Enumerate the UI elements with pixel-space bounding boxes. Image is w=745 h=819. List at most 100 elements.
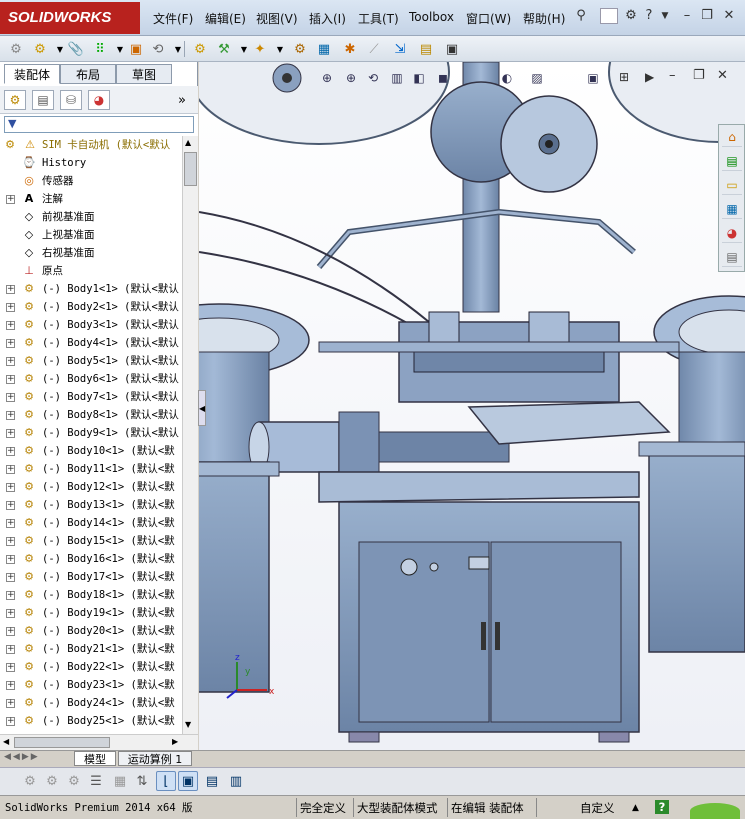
help-dropdown-icon[interactable]: ▼ xyxy=(656,8,674,24)
expand-icon[interactable]: + xyxy=(6,519,15,528)
tree-item-body[interactable]: + ⚙ (-) Body16<1> (默认<默 xyxy=(0,550,182,568)
hscroll-thumb[interactable] xyxy=(14,737,110,748)
tree-item-body[interactable]: + ⚙ (-) Body2<1> (默认<默认 xyxy=(0,298,182,316)
grid-icon[interactable]: ▦ xyxy=(110,771,130,791)
list-icon[interactable]: ☰ xyxy=(86,771,106,791)
doc-minimize-icon[interactable]: – xyxy=(669,68,676,83)
sort-icon[interactable]: ⇅ xyxy=(132,771,152,791)
minimize-icon[interactable]: – xyxy=(678,8,696,24)
status-units[interactable]: 自定义 xyxy=(580,799,615,817)
play-icon[interactable]: ⚙ xyxy=(42,771,62,791)
tree-item-body[interactable]: + ⚙ (-) Body5<1> (默认<默认 xyxy=(0,352,182,370)
expand-icon[interactable]: + xyxy=(6,285,15,294)
menu-edit[interactable]: 编辑(E) xyxy=(205,10,246,27)
assembly-features-icon[interactable]: ⚒ xyxy=(214,39,234,59)
expand-icon[interactable]: + xyxy=(6,393,15,402)
tree-root-item[interactable]: ⚙ ⚠ SIM 卡自动机 (默认<默认 xyxy=(0,136,182,154)
expand-icon[interactable]: + xyxy=(6,483,15,492)
expand-icon[interactable]: + xyxy=(6,555,15,564)
display-style-icon[interactable]: ◼ xyxy=(435,70,451,86)
design-library-icon[interactable]: ▤ xyxy=(722,151,742,171)
tree-item-body[interactable]: + ⚙ (-) Body18<1> (默认<默 xyxy=(0,586,182,604)
assembly-icon[interactable]: ⚙ xyxy=(6,39,26,59)
tree-item-body[interactable]: + ⚙ (-) Body22<1> (默认<默 xyxy=(0,658,182,676)
tree-horizontal-scrollbar[interactable]: ◀ ▶ xyxy=(0,734,198,750)
mate-icon[interactable]: 📎 xyxy=(66,39,86,59)
menu-window[interactable]: 窗口(W) xyxy=(466,10,511,27)
expand-icon[interactable]: + xyxy=(6,375,15,384)
expand-icon[interactable]: + xyxy=(6,573,15,582)
expand-icon[interactable]: + xyxy=(6,195,15,204)
tree-item-sensors[interactable]: ◎ 传感器 xyxy=(0,172,182,190)
solidworks-logo[interactable]: SOLIDWORKS xyxy=(0,2,140,34)
units-dropdown-icon[interactable]: ▲ xyxy=(632,799,639,817)
tab-sketch[interactable]: 草图 xyxy=(116,64,172,84)
show-hidden-icon[interactable]: ⚙ xyxy=(190,39,210,59)
tree-item-body[interactable]: + ⚙ (-) Body17<1> (默认<默 xyxy=(0,568,182,586)
tree-item-body[interactable]: + ⚙ (-) Body12<1> (默认<默 xyxy=(0,478,182,496)
tree-item-front-plane[interactable]: ◇ 前视基准面 xyxy=(0,208,182,226)
tab-assembly[interactable]: 装配体 xyxy=(4,64,60,84)
menu-insert[interactable]: 插入(I) xyxy=(309,10,346,27)
feature-manager-icon[interactable]: ⚙ xyxy=(4,90,26,110)
new-document-icon[interactable] xyxy=(600,8,618,24)
tree-item-body[interactable]: + ⚙ (-) Body25<1> (默认<默 xyxy=(0,712,182,730)
scroll-thumb[interactable] xyxy=(184,152,197,186)
resources-home-icon[interactable]: ⌂ xyxy=(722,127,742,147)
tree-item-body[interactable]: + ⚙ (-) Body3<1> (默认<默认 xyxy=(0,316,182,334)
graphics-area[interactable]: z x y ⊕ ⊕ ⟲ ▥ ◧ ◼ ◐ ▨ ▣ ⊞ ▶ – ❐ ✕ xyxy=(199,62,745,750)
tree-item-body[interactable]: + ⚙ (-) Body4<1> (默认<默认 xyxy=(0,334,182,352)
section-view-icon[interactable]: ▥ xyxy=(389,70,405,86)
status-help-icon[interactable]: ? xyxy=(655,800,669,814)
menu-tools[interactable]: 工具(T) xyxy=(358,10,399,27)
property-manager-icon[interactable]: ▤ xyxy=(32,90,54,110)
file-explorer-icon[interactable]: ▭ xyxy=(722,175,742,195)
display-manager-icon[interactable]: ◕ xyxy=(88,90,110,110)
pin-icon[interactable]: ⚲ xyxy=(572,8,590,24)
menu-view[interactable]: 视图(V) xyxy=(256,10,298,27)
move-dropdown-icon[interactable]: ▼ xyxy=(168,39,188,59)
expand-icon[interactable]: + xyxy=(6,627,15,636)
tree-item-body[interactable]: + ⚙ (-) Body7<1> (默认<默认 xyxy=(0,388,182,406)
expand-icon[interactable]: + xyxy=(6,645,15,654)
expand-icon[interactable]: + xyxy=(6,609,15,618)
simulation-icon[interactable]: ⚙ xyxy=(64,771,84,791)
tile-icon[interactable]: ⊞ xyxy=(619,70,629,84)
exploded-view-icon[interactable]: ✱ xyxy=(340,39,360,59)
appearances-icon[interactable]: ◕ xyxy=(722,223,742,243)
tree-item-body[interactable]: + ⚙ (-) Body19<1> (默认<默 xyxy=(0,604,182,622)
instant3d-icon[interactable]: ⇲ xyxy=(390,39,410,59)
tree-item-body[interactable]: + ⚙ (-) Body6<1> (默认<默认 xyxy=(0,370,182,388)
options-icon[interactable]: ⚙ xyxy=(622,8,640,24)
table-icon[interactable]: ▤ xyxy=(202,771,222,791)
view-settings-icon[interactable]: ▣ xyxy=(585,70,601,86)
expand-icon[interactable]: + xyxy=(6,465,15,474)
tree-item-body[interactable]: + ⚙ (-) Body9<1> (默认<默认 xyxy=(0,424,182,442)
reference-geometry-icon[interactable]: ✦ xyxy=(250,39,270,59)
speedpak-icon[interactable]: ▤ xyxy=(416,39,436,59)
menu-file[interactable]: 文件(F) xyxy=(153,10,193,27)
expand-icon[interactable]: + xyxy=(6,501,15,510)
expand-icon[interactable]: + xyxy=(6,717,15,726)
flat-tree-icon[interactable]: ⌊ xyxy=(156,771,176,791)
new-motion-study-icon[interactable]: ⚙ xyxy=(290,39,310,59)
calculate-icon[interactable]: ⚙ xyxy=(20,771,40,791)
save-layout-icon[interactable]: ▥ xyxy=(226,771,246,791)
view-palette-icon[interactable]: ▦ xyxy=(722,199,742,219)
tree-item-body[interactable]: + ⚙ (-) Body11<1> (默认<默 xyxy=(0,460,182,478)
menu-help[interactable]: 帮助(H) xyxy=(523,10,565,27)
expand-icon[interactable]: + xyxy=(6,411,15,420)
close-icon[interactable]: ✕ xyxy=(720,8,738,24)
view-orientation-icon[interactable]: ◧ xyxy=(411,70,427,86)
tree-item-body[interactable]: + ⚙ (-) Body13<1> (默认<默 xyxy=(0,496,182,514)
previous-view-icon[interactable]: ⟲ xyxy=(365,70,381,86)
expand-icon[interactable]: + xyxy=(6,447,15,456)
restore-icon[interactable]: ❐ xyxy=(698,8,716,24)
linear-pattern-icon[interactable]: ⠿ xyxy=(90,39,110,59)
scroll-down-icon[interactable]: ▼ xyxy=(185,720,191,729)
edit-appearance-icon[interactable]: ◐ xyxy=(499,70,515,86)
tree-item-top-plane[interactable]: ◇ 上视基准面 xyxy=(0,226,182,244)
tree-item-body[interactable]: + ⚙ (-) Body15<1> (默认<默 xyxy=(0,532,182,550)
tree-item-body[interactable]: + ⚙ (-) Body14<1> (默认<默 xyxy=(0,514,182,532)
tree-item-history[interactable]: ⌚ History xyxy=(0,154,182,172)
